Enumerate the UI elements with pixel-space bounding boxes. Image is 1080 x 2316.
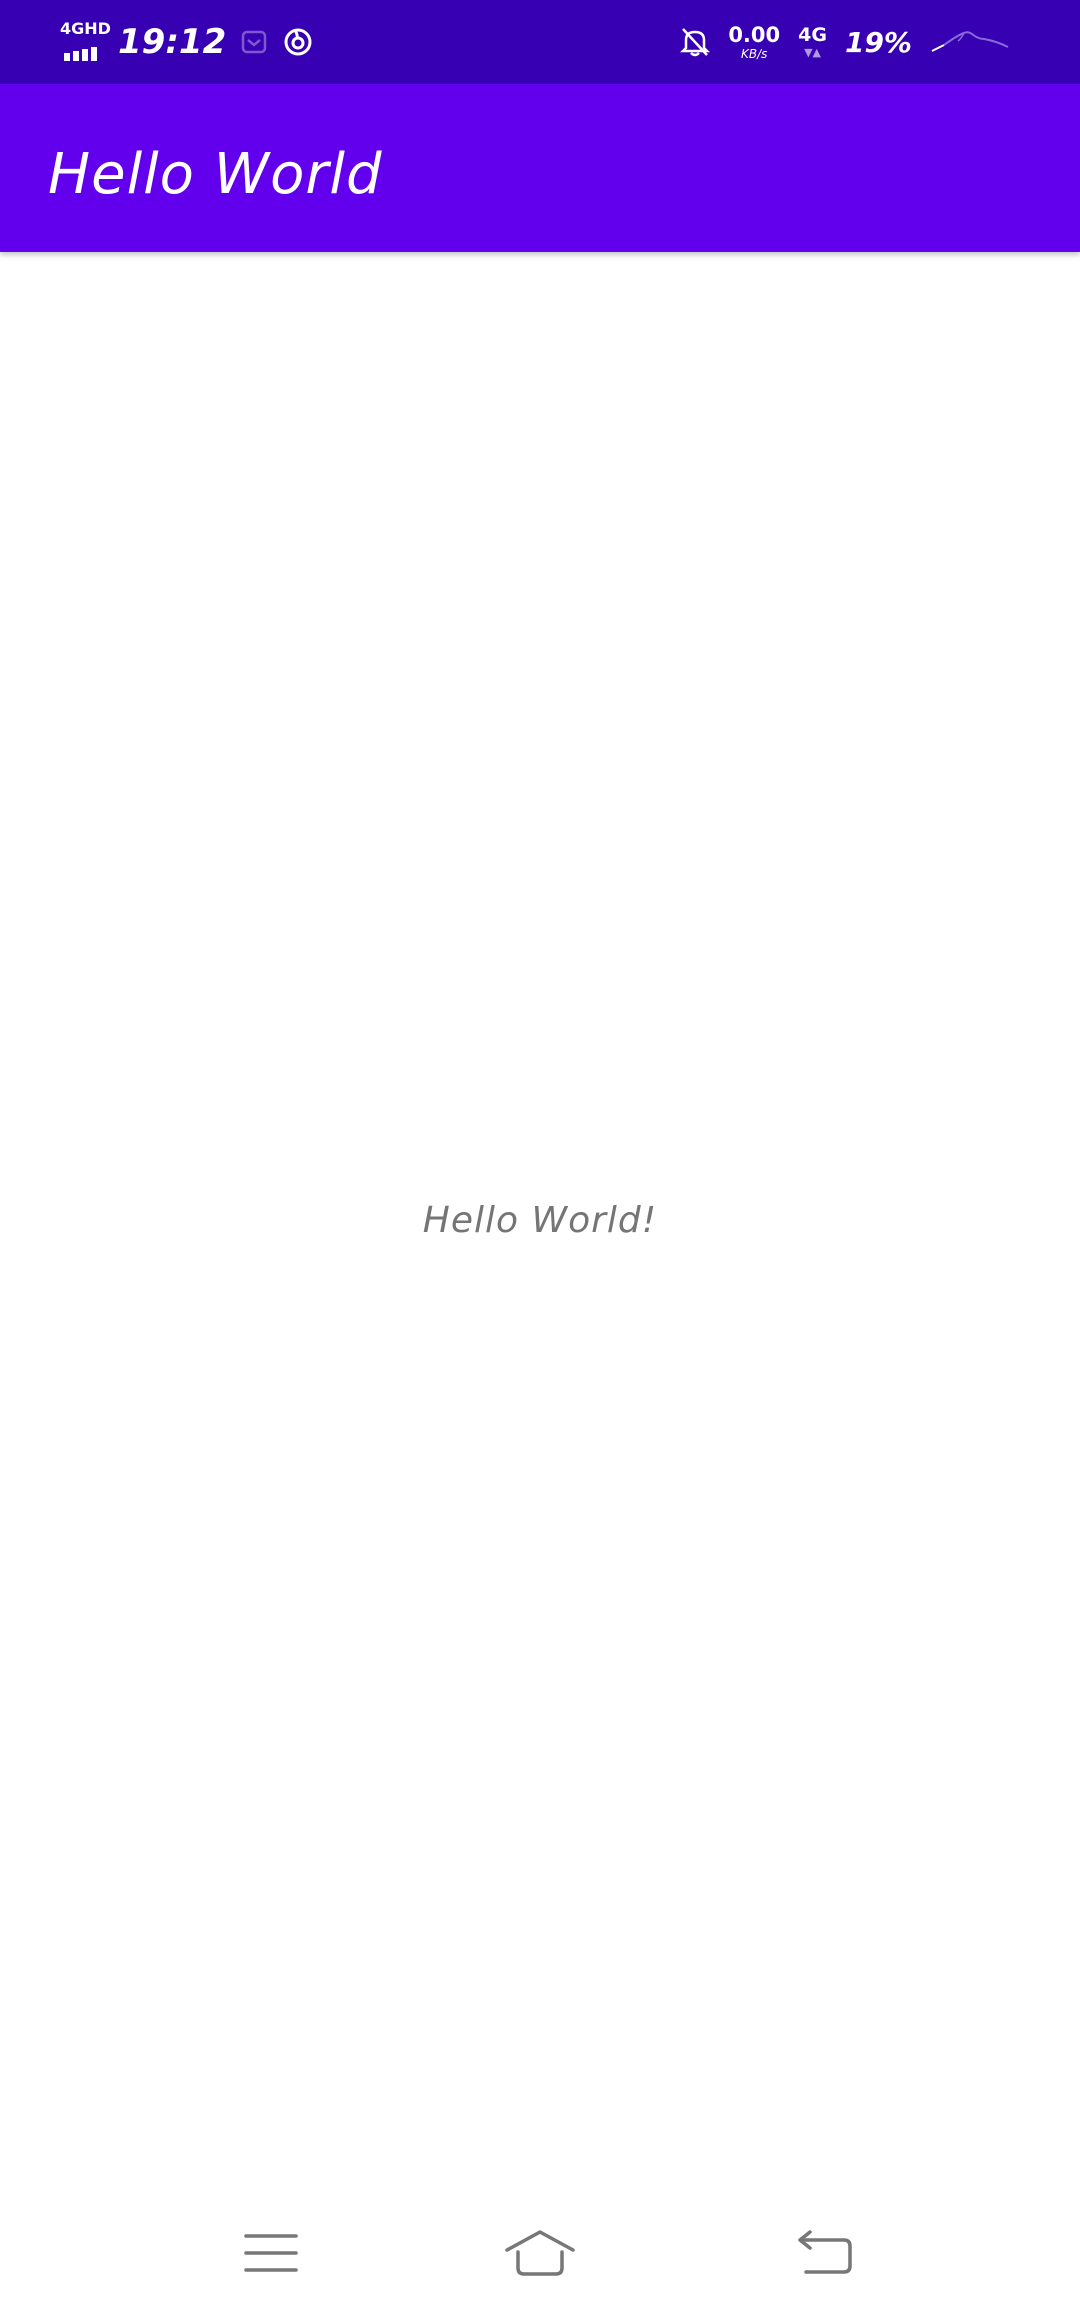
app-bar: Hello World: [0, 84, 1080, 252]
status-bar: 4GHD 19:12 0.00 KB/s 4G ▼▲ 19%: [0, 0, 1080, 84]
music-app-icon: [284, 28, 312, 56]
battery-icon: [931, 31, 1009, 52]
network-type-label: 4GHD: [60, 19, 111, 38]
back-button[interactable]: [775, 2208, 875, 2298]
home-button[interactable]: [490, 2208, 590, 2298]
phone-screen: 4GHD 19:12 0.00 KB/s 4G ▼▲ 19% Hello Wor…: [0, 0, 1080, 2316]
mobile-data-indicator: 4G ▼▲: [798, 24, 827, 59]
status-bar-left: 4GHD 19:12: [58, 14, 314, 70]
network-speed-unit: KB/s: [741, 46, 768, 61]
signal-strength-indicator: 4GHD: [58, 19, 111, 65]
home-icon: [505, 2230, 575, 2276]
menu-icon: [244, 2234, 298, 2272]
navigation-bar: [0, 2188, 1080, 2316]
data-activity-icon: ▼▲: [804, 46, 822, 59]
status-bar-right: 0.00 KB/s 4G ▼▲ 19%: [680, 14, 1010, 70]
signal-bars-icon: [64, 47, 97, 61]
recent-apps-button[interactable]: [221, 2208, 321, 2298]
back-icon: [798, 2230, 852, 2274]
network-speed-value: 0.00: [728, 22, 781, 47]
mute-notifications-icon: [680, 28, 711, 57]
main-content: Hello World!: [0, 252, 1080, 2188]
clock-time: 19:12: [118, 22, 227, 62]
hello-world-text: Hello World!: [422, 1200, 658, 1241]
notification-app-icon: [241, 30, 267, 54]
network-speed: 0.00 KB/s: [728, 22, 781, 61]
app-title: Hello World: [48, 142, 383, 207]
mobile-data-label: 4G: [798, 24, 827, 46]
battery-percentage: 19%: [844, 25, 912, 59]
